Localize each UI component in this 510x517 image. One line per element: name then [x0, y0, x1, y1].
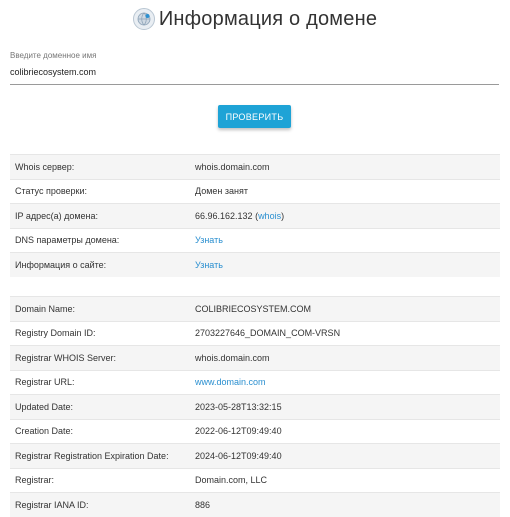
row-label: Registrar WHOIS Server: — [15, 352, 117, 363]
row-value-text: 2023-05-28T13:32:15 — [195, 401, 282, 412]
row-value-text: 2703227646_DOMAIN_COM-VRSN — [195, 328, 341, 339]
row-label: Updated Date: — [15, 401, 74, 412]
table-row: Статус проверки: Домен занят — [10, 178, 500, 203]
row-value: COLIBRIECOSYSTEM.COM — [195, 304, 311, 314]
row-value-text: Домен занят — [195, 186, 248, 197]
row-label: Registrar: — [15, 475, 55, 486]
domain-field: Введите доменное имя — [10, 50, 499, 85]
page-header: Информация о домене — [0, 0, 510, 38]
row-label: Информация о сайте: — [15, 259, 107, 270]
row-value: whois.domain.com — [195, 162, 270, 172]
row-value: 66.96.162.132 (whois) — [195, 211, 284, 221]
row-value-text: COLIBRIECOSYSTEM.COM — [195, 303, 312, 314]
domain-input[interactable] — [10, 65, 499, 85]
page-title: Информация о домене — [158, 7, 378, 30]
row-value-link[interactable]: Узнать — [195, 260, 223, 270]
row-value: 2024-06-12T09:49:40 — [195, 451, 282, 461]
table-row: IP адрес(а) домена: 66.96.162.132 (whois) — [10, 203, 500, 228]
row-value-paren-close: ) — [281, 210, 285, 221]
row-label: Registrar Registration Expiration Date: — [15, 450, 169, 461]
domain-globe-icon — [132, 8, 155, 30]
summary-table: Whois сервер: whois.domain.com Статус пров… — [10, 154, 500, 277]
row-value: Domain.com, LLC — [195, 475, 267, 485]
row-value: 886 — [195, 500, 210, 510]
row-label: Статус проверки: — [15, 186, 87, 197]
row-value: Узнать — [195, 235, 223, 245]
table-row: Updated Date: 2023-05-28T13:32:15 — [10, 394, 500, 419]
row-label: IP адрес(а) домена: — [15, 210, 99, 221]
row-value: whois.domain.com — [195, 353, 270, 363]
row-label: Registry Domain ID: — [15, 328, 96, 339]
row-label: Registrar IANA ID: — [15, 499, 89, 510]
row-label: Whois сервер: — [15, 161, 75, 172]
row-label: Creation Date: — [15, 426, 74, 437]
table-row: Domain Name: COLIBRIECOSYSTEM.COM — [10, 296, 500, 321]
row-value-link[interactable]: whois — [258, 211, 281, 221]
row-value: 2023-05-28T13:32:15 — [195, 402, 282, 412]
whois-table: Domain Name: COLIBRIECOSYSTEM.COM Registry… — [10, 296, 500, 517]
row-value-text: whois.domain.com — [195, 352, 270, 363]
table-row: Registrar: Domain.com, LLC — [10, 467, 500, 492]
table-row: Registrar WHOIS Server: whois.domain.com — [10, 345, 500, 370]
row-value: www.domain.com — [195, 377, 266, 387]
row-value-text: whois.domain.com — [195, 161, 270, 172]
row-value: 2022-06-12T09:49:40 — [195, 426, 282, 436]
table-row: DNS параметры домена: Узнать — [10, 227, 500, 252]
domain-field-label: Введите доменное имя — [10, 51, 97, 60]
row-value: 2703227646_DOMAIN_COM-VRSN — [195, 328, 340, 338]
row-label: Registrar URL: — [15, 377, 75, 388]
row-value-link[interactable]: www.domain.com — [195, 377, 266, 387]
table-row: Registrar URL: www.domain.com — [10, 369, 500, 394]
row-value-text: 2024-06-12T09:49:40 — [195, 450, 282, 461]
row-value: Узнать — [195, 260, 223, 270]
table-row: Whois сервер: whois.domain.com — [10, 154, 500, 179]
row-label: Domain Name: — [15, 303, 76, 314]
table-row: Информация о сайте: Узнать — [10, 252, 500, 277]
table-row: Creation Date: 2022-06-12T09:49:40 — [10, 418, 500, 443]
row-value-text: 886 — [195, 499, 211, 510]
check-button[interactable]: ПРОВЕРИТЬ — [218, 105, 291, 128]
table-row: Registry Domain ID: 2703227646_DOMAIN_COM… — [10, 320, 500, 345]
row-label: DNS параметры домена: — [15, 235, 120, 246]
row-value-text: 66.96.162.132 — [195, 210, 253, 221]
row-value: Домен занят — [195, 186, 248, 196]
row-value-link[interactable]: Узнать — [195, 235, 223, 245]
table-row: Registrar Registration Expiration Date: 2… — [10, 443, 500, 468]
table-row: Registrar IANA ID: 886 — [10, 492, 500, 517]
row-value-text: 2022-06-12T09:49:40 — [195, 426, 282, 437]
row-value-text: Domain.com, LLC — [195, 475, 268, 486]
